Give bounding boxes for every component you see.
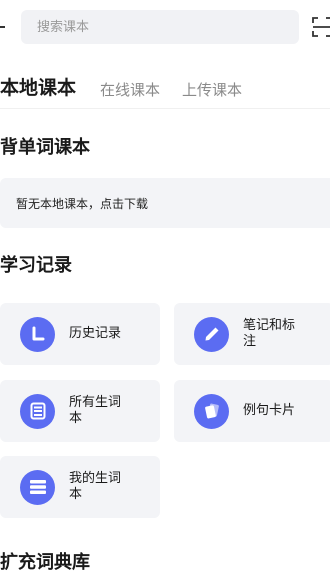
section-title-records: 学习记录 xyxy=(0,255,72,276)
tab-bar: 本地课本 在线课本 上传课本 xyxy=(0,68,264,100)
clock-icon xyxy=(20,316,55,352)
section-title-recite: 背单词课本 xyxy=(0,137,90,158)
tab-online-textbooks[interactable]: 在线课本 xyxy=(100,79,160,100)
all-vocab-card[interactable]: 所有生词本 xyxy=(0,380,160,442)
notes-card[interactable]: 笔记和标注 xyxy=(174,303,330,365)
pencil-icon xyxy=(194,316,229,352)
my-vocab-card[interactable]: 我的生词本 xyxy=(0,456,160,518)
search-bar[interactable] xyxy=(21,10,299,44)
list-icon xyxy=(20,469,55,505)
empty-textbook-text: 暂无本地课本，点击下载 xyxy=(16,196,149,211)
section-title-extend: 扩充词典库 xyxy=(0,552,90,573)
notes-label: 笔记和标注 xyxy=(243,318,296,349)
empty-textbook-notice[interactable]: 暂无本地课本，点击下载 xyxy=(0,178,330,228)
all-vocab-label: 所有生词本 xyxy=(69,395,122,426)
tab-local-textbooks[interactable]: 本地课本 xyxy=(0,73,76,100)
cards-icon xyxy=(194,393,229,429)
tab-upload-textbooks[interactable]: 上传课本 xyxy=(182,79,242,100)
search-input[interactable] xyxy=(35,18,299,36)
example-cards-card[interactable]: 例句卡片 xyxy=(174,380,330,442)
book-icon xyxy=(20,393,55,429)
back-icon[interactable] xyxy=(0,26,5,28)
example-cards-label: 例句卡片 xyxy=(243,403,296,418)
history-label: 历史记录 xyxy=(69,326,122,341)
scan-icon[interactable] xyxy=(312,17,330,37)
divider xyxy=(0,108,330,109)
my-vocab-label: 我的生词本 xyxy=(69,471,122,502)
history-card[interactable]: 历史记录 xyxy=(0,303,160,365)
